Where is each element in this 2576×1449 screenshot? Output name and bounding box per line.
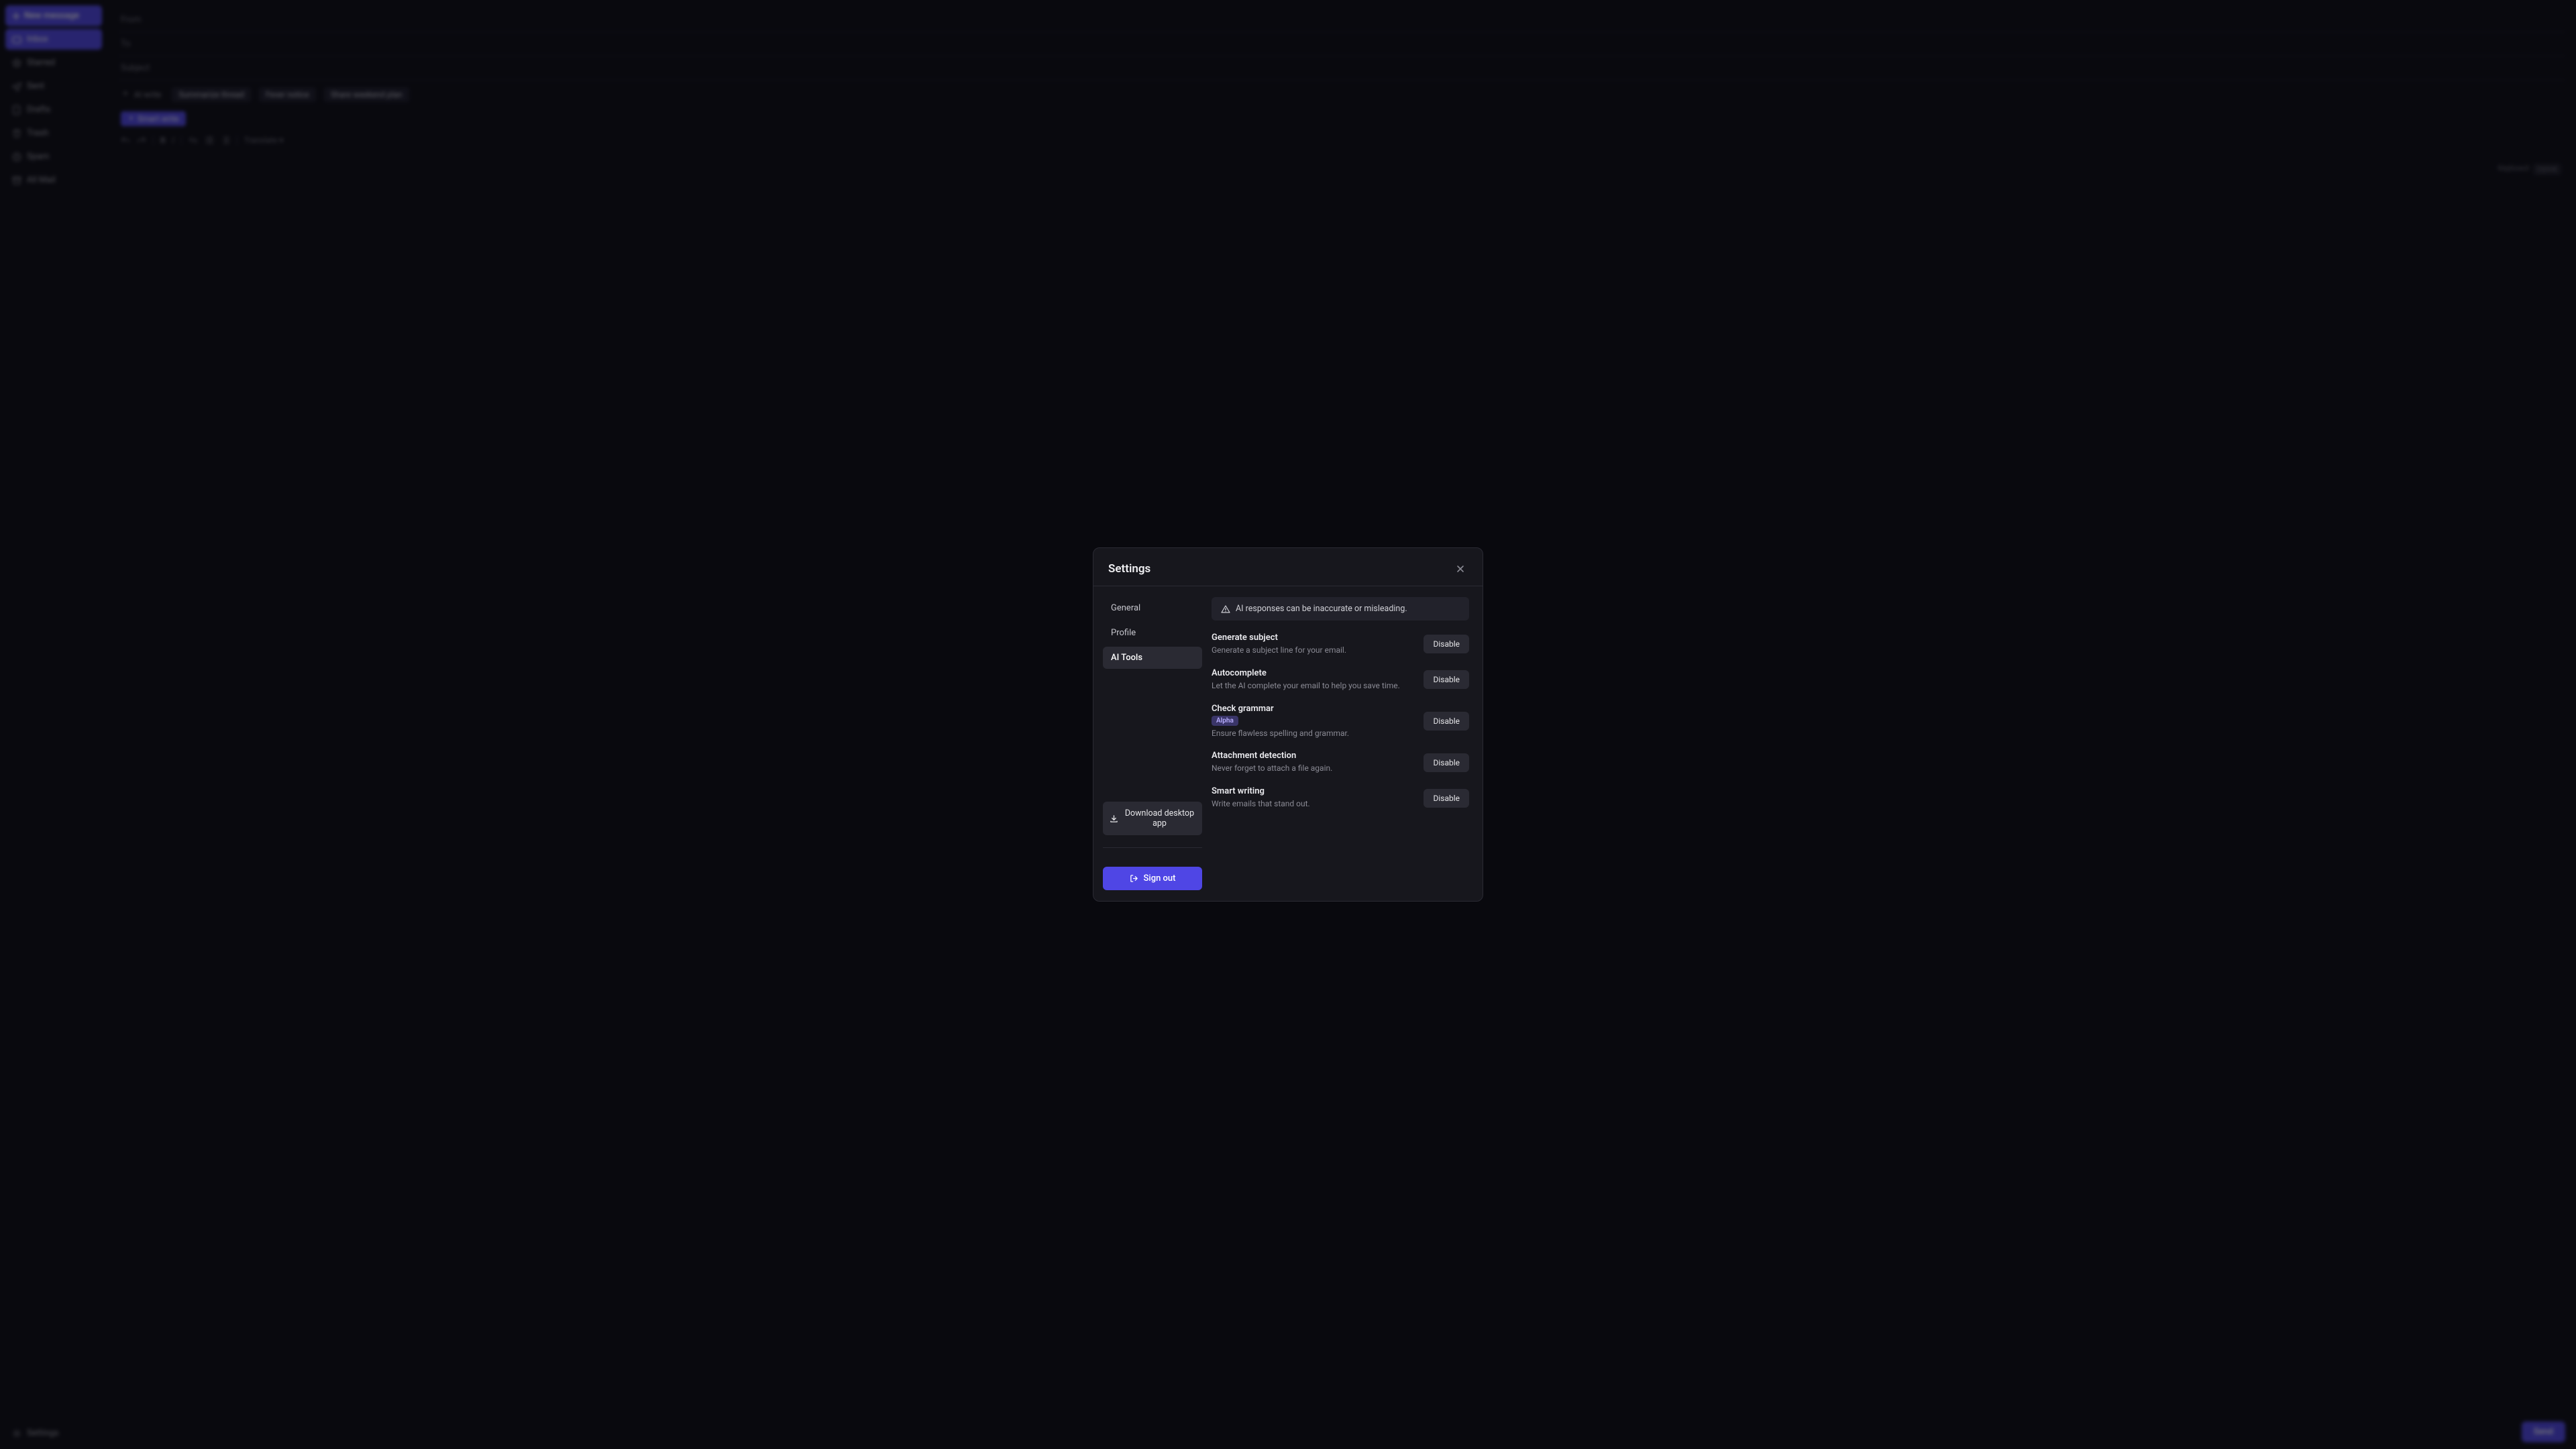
- disable-smart-writing-button[interactable]: Disable: [1424, 789, 1469, 808]
- settings-modal: Settings General Profile AI Tools Downlo…: [1093, 547, 1483, 902]
- setting-title: Smart writing: [1212, 786, 1310, 796]
- setting-generate-subject: Generate subject Generate a subject line…: [1212, 633, 1469, 656]
- setting-check-grammar: Check grammar Alpha Ensure flawless spel…: [1212, 704, 1469, 739]
- nav-general[interactable]: General: [1103, 597, 1202, 619]
- modal-content: AI responses can be inaccurate or mislea…: [1212, 586, 1483, 901]
- disable-attachment-detection-button[interactable]: Disable: [1424, 753, 1469, 772]
- setting-title: Autocomplete: [1212, 668, 1400, 678]
- nav-profile[interactable]: Profile: [1103, 622, 1202, 644]
- setting-desc: Never forget to attach a file again.: [1212, 763, 1332, 774]
- alert-text: AI responses can be inaccurate or mislea…: [1236, 604, 1407, 614]
- alpha-badge: Alpha: [1212, 716, 1238, 726]
- sign-out-icon: [1130, 874, 1138, 883]
- setting-smart-writing: Smart writing Write emails that stand ou…: [1212, 786, 1469, 810]
- setting-title-text: Check grammar: [1212, 704, 1274, 714]
- setting-desc: Generate a subject line for your email.: [1212, 645, 1346, 656]
- download-desktop-button[interactable]: Download desktop app: [1103, 802, 1202, 835]
- disable-check-grammar-button[interactable]: Disable: [1424, 712, 1469, 731]
- modal-overlay[interactable]: Settings General Profile AI Tools Downlo…: [0, 0, 2576, 1449]
- close-icon: [1456, 564, 1465, 574]
- close-button[interactable]: [1453, 561, 1468, 576]
- sign-out-label: Sign out: [1144, 873, 1176, 883]
- setting-title: Attachment detection: [1212, 751, 1332, 761]
- download-label: Download desktop app: [1124, 808, 1195, 828]
- setting-desc: Ensure flawless spelling and grammar.: [1212, 728, 1349, 739]
- disable-autocomplete-button[interactable]: Disable: [1424, 670, 1469, 689]
- ai-warning-alert: AI responses can be inaccurate or mislea…: [1212, 597, 1469, 621]
- modal-title: Settings: [1108, 562, 1150, 576]
- setting-title: Generate subject: [1212, 633, 1346, 643]
- setting-attachment-detection: Attachment detection Never forget to att…: [1212, 751, 1469, 774]
- setting-title: Check grammar: [1212, 704, 1349, 714]
- modal-header: Settings: [1093, 548, 1483, 586]
- setting-desc: Write emails that stand out.: [1212, 798, 1310, 810]
- download-icon: [1110, 814, 1118, 823]
- setting-desc: Let the AI complete your email to help y…: [1212, 680, 1400, 692]
- warning-icon: [1221, 604, 1230, 614]
- nav-divider: [1103, 847, 1202, 848]
- disable-generate-subject-button[interactable]: Disable: [1424, 635, 1469, 653]
- setting-autocomplete: Autocomplete Let the AI complete your em…: [1212, 668, 1469, 692]
- modal-nav: General Profile AI Tools Download deskto…: [1093, 586, 1212, 901]
- nav-ai-tools[interactable]: AI Tools: [1103, 647, 1202, 669]
- sign-out-button[interactable]: Sign out: [1103, 867, 1202, 890]
